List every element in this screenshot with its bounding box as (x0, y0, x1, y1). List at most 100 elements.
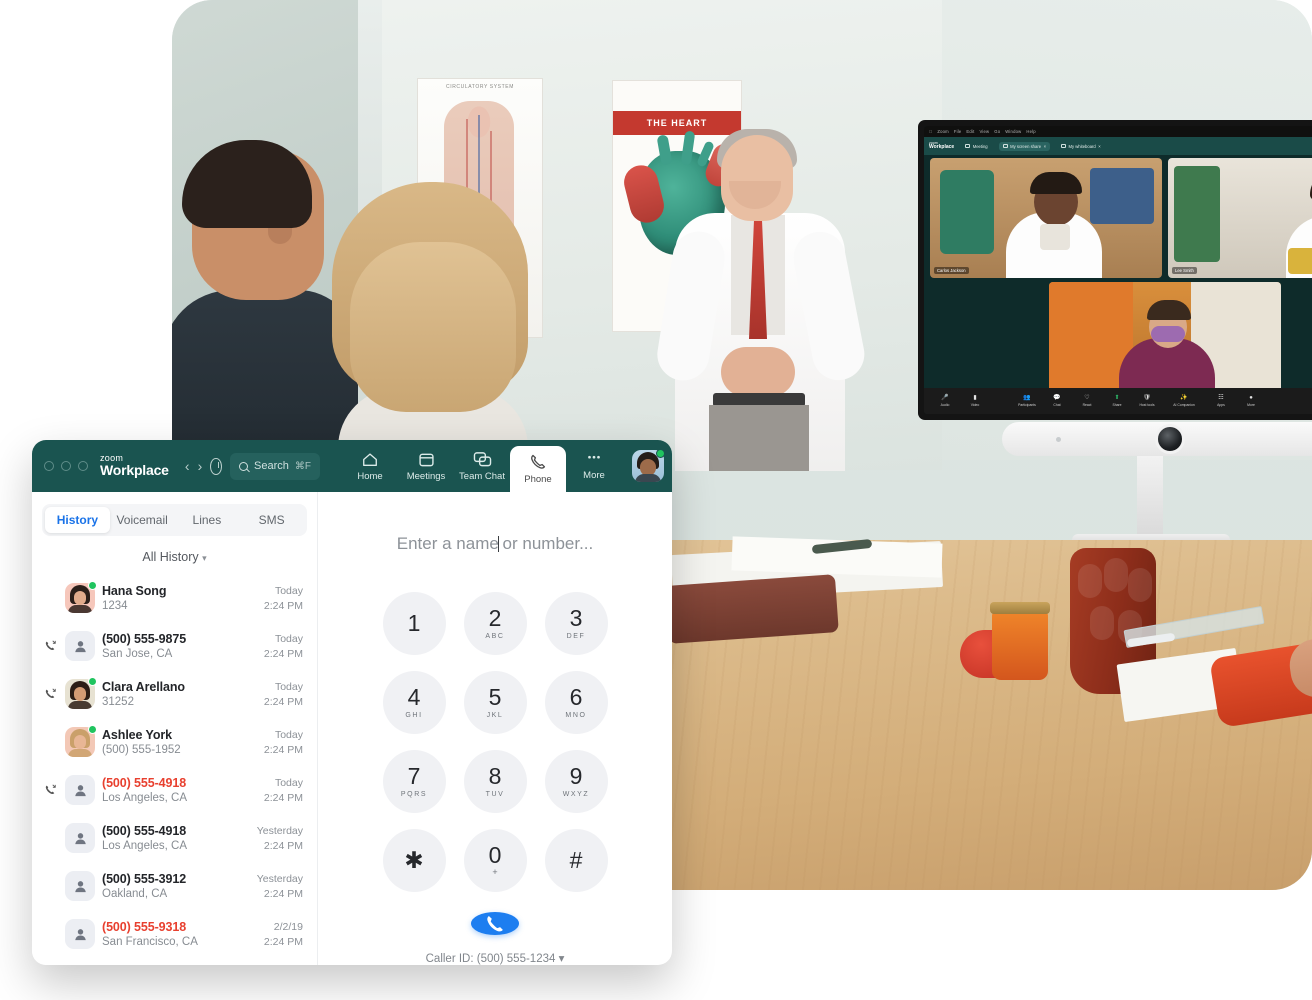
brand-workplace: Workplace (100, 462, 169, 479)
tab-sms[interactable]: SMS (239, 507, 304, 533)
maximize-window-button[interactable] (78, 461, 88, 471)
menu-item[interactable]: Go (994, 129, 1000, 134)
phone-handset-icon (531, 454, 546, 469)
dialpad-key-3[interactable]: 3 DEF (544, 592, 608, 655)
call-history-row[interactable]: Ashlee York (500) 555-1952 Today 2:24 PM (32, 718, 317, 766)
incoming-call-icon (42, 687, 58, 701)
dialpad-key-9[interactable]: 9 WXYZ (544, 750, 608, 813)
screenshot-root: CIRCULATORY SYSTEM THE HEART Zoom File E… (0, 0, 1312, 1000)
toolbar-share[interactable]: ⬆ Share (1102, 395, 1132, 407)
close-icon[interactable]: × (1044, 144, 1046, 149)
nav-tab-team-chat[interactable]: Team Chat (454, 440, 510, 492)
key-letters: DEF (566, 633, 586, 640)
tab-voicemail[interactable]: Voicemail (110, 507, 175, 533)
mac-menu-bar:  Zoom File Edit View Go Window Help (924, 126, 1312, 137)
menu-item[interactable]: Window (1005, 129, 1021, 134)
nav-tab-meetings[interactable]: Meetings (398, 440, 454, 492)
dialpad-panel: Enter a name or number... 1 2 ABC 3 DEF 4 GHI 5… (318, 492, 672, 965)
dialpad-key-5[interactable]: 5 JKL (463, 671, 527, 734)
menu-item[interactable]: Zoom (937, 129, 949, 134)
dialpad-key-0[interactable]: 0 + (463, 829, 527, 892)
caller-id-selector[interactable]: Caller ID: (500) 555-1234 ▾ (426, 951, 565, 965)
participant-tile[interactable]: Lee Smith (1168, 158, 1312, 278)
participant-tile[interactable]: Carlos Jackson (930, 158, 1162, 278)
call-history-row[interactable]: Clara Arellano 31252 Today 2:24 PM (32, 670, 317, 718)
dialpad-key-6[interactable]: 6 MNO (544, 671, 608, 734)
phone-sidebar: History Voicemail Lines SMS All History … (32, 492, 318, 965)
people-icon: 👥 (1023, 395, 1031, 401)
dialpad-key-hash[interactable]: # (544, 829, 608, 892)
avatar[interactable] (632, 449, 665, 482)
close-window-button[interactable] (44, 461, 54, 471)
call-day: Today (274, 680, 303, 693)
call-button[interactable] (471, 912, 519, 935)
call-day: Yesterday (256, 872, 303, 885)
menu-item[interactable]: File (954, 129, 962, 134)
call-history-list: Hana Song 1234 Today 2:24 PM (500) 555-9875 S… (32, 574, 317, 965)
dialpad-key-7[interactable]: 7 PQRS (382, 750, 446, 813)
call-history-row[interactable]: (500) 555-4918 Los Angeles, CA Today 2:24 P… (32, 766, 317, 814)
clock-icon[interactable] (210, 457, 223, 475)
person-icon (74, 928, 86, 940)
toolbar-more[interactable]: ● More (1236, 395, 1266, 407)
call-contact-detail: San Francisco, CA (102, 936, 198, 948)
close-icon[interactable]: × (1098, 144, 1100, 149)
tab-lines[interactable]: Lines (175, 507, 240, 533)
call-timestamp: Today 2:24 PM (264, 777, 303, 804)
participant-grid: Carlos Jackson Lee Smith (924, 155, 1312, 402)
key-digit: 5 (488, 684, 502, 710)
participant-name: Lee Smith (1172, 267, 1197, 274)
search-input[interactable]: Search ⌘F (230, 452, 320, 480)
chat-icon: 💬 (1053, 395, 1061, 401)
dial-input[interactable]: Enter a name or number... (397, 534, 594, 554)
toolbar-chat[interactable]: 💬 Chat (1042, 395, 1072, 407)
toolbar-video[interactable]: ▮ Video (960, 395, 990, 407)
chevron-left-icon[interactable]: ‹ (181, 458, 194, 474)
chevron-down-icon: ▾ (558, 953, 565, 965)
call-history-row[interactable]: (500) 555-9875 San Jose, CA Today 2:24 PM (32, 622, 317, 670)
meeting-tab-screen-share[interactable]: My screen share × (998, 141, 1051, 151)
call-row-text: (500) 555-4918 Los Angeles, CA (102, 824, 250, 852)
menu-item[interactable]: Edit (966, 129, 974, 134)
call-contact-detail: Oakland, CA (102, 888, 168, 900)
dialpad-key-4[interactable]: 4 GHI (382, 671, 446, 734)
toolbar-apps[interactable]: ☷ Apps (1206, 395, 1236, 407)
participant-tile[interactable]: Rosie Tapia (1049, 282, 1281, 402)
contact-avatar (65, 581, 97, 613)
history-filter-dropdown[interactable]: All History ▾ (32, 536, 317, 574)
menu-item[interactable]: Help (1026, 129, 1035, 134)
nav-tab-more[interactable]: More (566, 440, 622, 492)
toolbar-audio[interactable]: 🎤 Audio (930, 395, 960, 407)
dialpad-key-1[interactable]: 1 (382, 592, 446, 655)
call-history-row[interactable]: (500) 555-9318 San Francisco, CA 2/2/19 2:2… (32, 910, 317, 958)
toolbar-react[interactable]: ♡ React (1072, 395, 1102, 407)
menu-item[interactable]: View (979, 129, 989, 134)
chevron-right-icon[interactable]: › (194, 458, 207, 474)
key-digit: 9 (569, 763, 583, 789)
call-contact-name: (500) 555-4918 (102, 776, 187, 790)
tab-history[interactable]: History (45, 507, 110, 533)
toolbar-host-tools[interactable]: 🛡 Host tools (1132, 395, 1162, 407)
poster-heart-title: THE HEART (646, 118, 708, 128)
meeting-tab-meeting[interactable]: Meeting (961, 142, 991, 151)
call-row-text: Hana Song 1234 (102, 584, 257, 612)
toolbar-ai-companion[interactable]: ✨ AI Companion (1162, 395, 1206, 407)
call-history-row[interactable]: Hana Song2/2/19 (32, 958, 317, 965)
toolbar-participants[interactable]: 👥 Participants (1012, 395, 1042, 407)
call-history-row[interactable]: (500) 555-4918 Los Angeles, CA Yesterday 2:… (32, 814, 317, 862)
participant-name: Carlos Jackson (934, 267, 969, 274)
window-controls[interactable] (44, 461, 88, 471)
call-contact-detail: 1234 (102, 600, 128, 612)
phone-handset-icon (487, 915, 503, 931)
dialpad-key-8[interactable]: 8 TUV (463, 750, 527, 813)
dialpad-key-2[interactable]: 2 ABC (463, 592, 527, 655)
poster-left-title: CIRCULATORY SYSTEM (446, 84, 514, 90)
nav-tab-home[interactable]: Home (342, 440, 398, 492)
meeting-tab-whiteboard[interactable]: My whiteboard × (1057, 142, 1105, 151)
ellipsis-circle-icon: ● (1249, 395, 1253, 401)
call-history-row[interactable]: Hana Song 1234 Today 2:24 PM (32, 574, 317, 622)
call-history-row[interactable]: (500) 555-3912 Oakland, CA Yesterday 2:24 P… (32, 862, 317, 910)
dialpad-key-star[interactable]: ✱ (382, 829, 446, 892)
minimize-window-button[interactable] (61, 461, 71, 471)
nav-tab-phone[interactable]: Phone (510, 446, 566, 492)
